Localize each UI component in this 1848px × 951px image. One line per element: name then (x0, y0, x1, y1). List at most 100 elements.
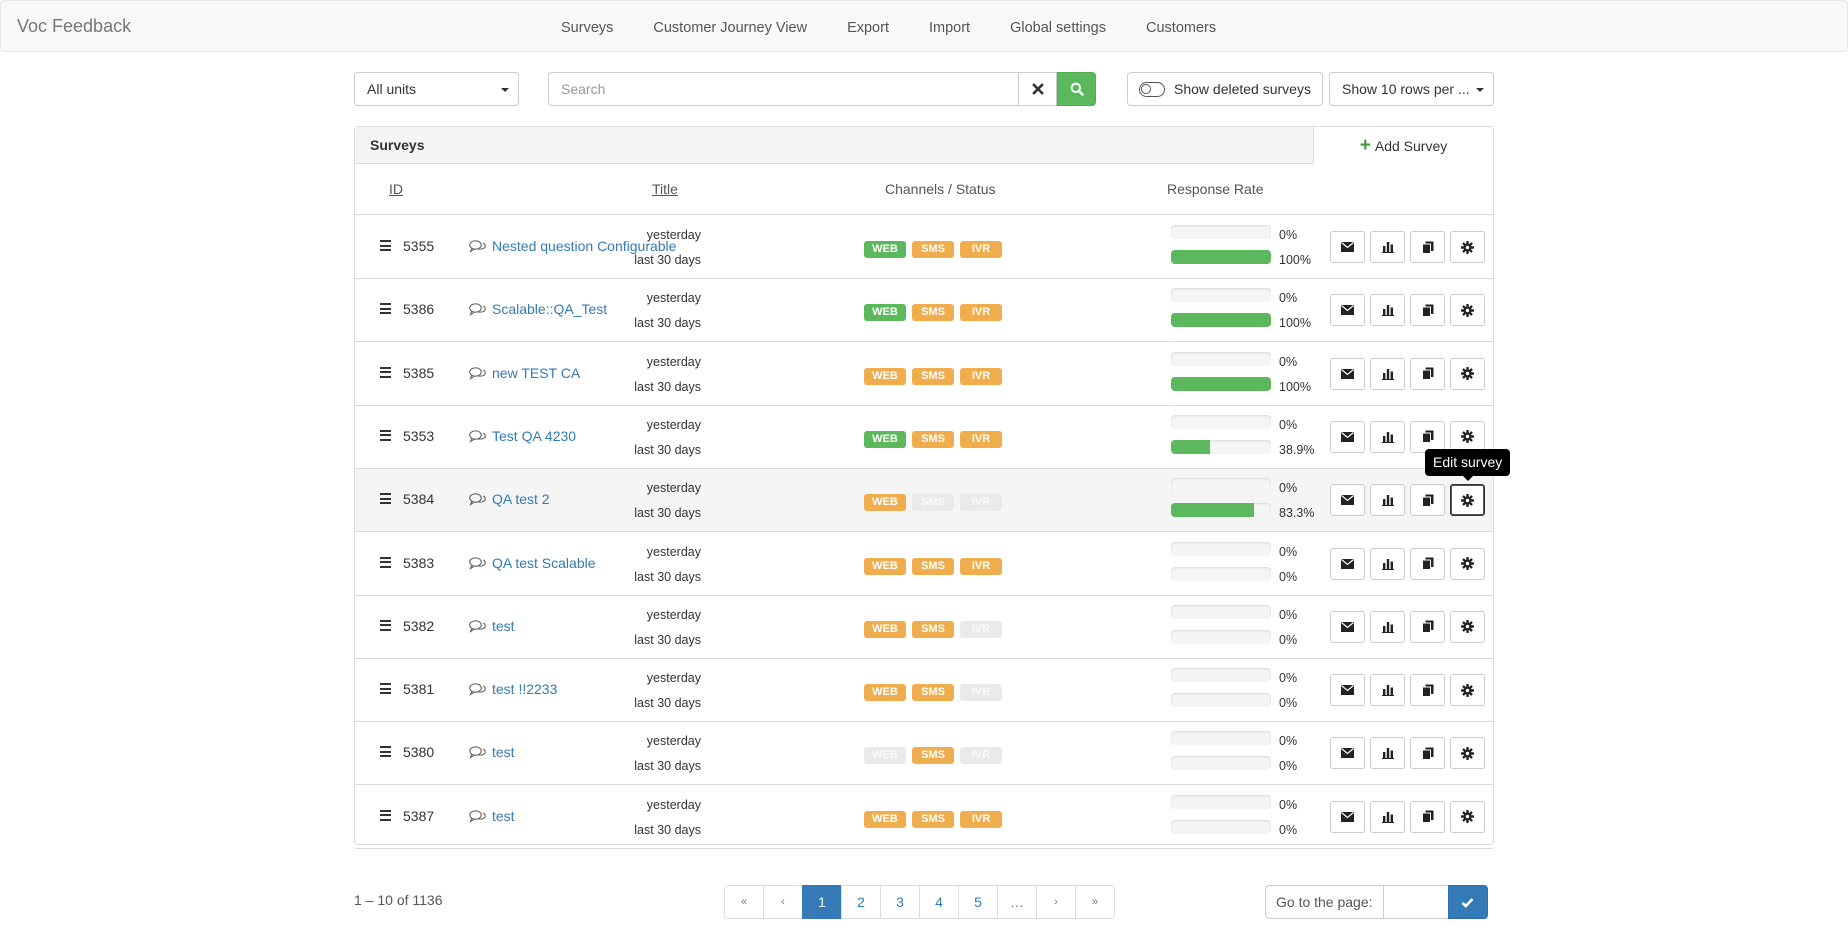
page-link-4[interactable]: 4 (919, 885, 959, 919)
comments-icon (469, 430, 486, 446)
edit-survey-button[interactable] (1450, 737, 1485, 770)
edit-survey-button[interactable] (1450, 800, 1485, 833)
survey-title-link[interactable]: test (492, 744, 515, 760)
send-survey-button[interactable] (1330, 231, 1365, 263)
copy-survey-button[interactable] (1410, 294, 1445, 327)
response-rate-yesterday: 0% (1279, 354, 1298, 369)
edit-survey-button[interactable] (1450, 674, 1485, 707)
edit-survey-button[interactable] (1450, 294, 1485, 327)
send-survey-button[interactable] (1330, 674, 1365, 707)
copy-survey-button[interactable] (1410, 357, 1445, 390)
response-rate-last-30-days: 0% (1279, 696, 1298, 711)
survey-title-link[interactable]: test (492, 808, 515, 824)
prev-page-link[interactable]: ‹ (763, 885, 803, 919)
edit-survey-button[interactable] (1450, 610, 1485, 643)
send-survey-button[interactable] (1330, 484, 1365, 517)
copy-survey-button[interactable] (1410, 547, 1445, 580)
send-survey-button[interactable] (1330, 737, 1365, 770)
rows-per-page-select[interactable]: Show 10 rows per ... (1329, 72, 1494, 106)
channel-badge-ivr: IVR (960, 241, 1002, 258)
last-page-link[interactable]: » (1075, 885, 1115, 919)
copy-survey-button[interactable] (1410, 610, 1445, 643)
channel-badge-web: WEB (864, 241, 906, 258)
survey-report-button[interactable] (1370, 420, 1405, 453)
send-survey-button[interactable] (1330, 610, 1365, 643)
survey-title-link[interactable]: new TEST CA (492, 365, 580, 381)
copy-survey-button[interactable] (1410, 674, 1445, 707)
page-link-5[interactable]: 5 (958, 885, 998, 919)
send-survey-button[interactable] (1330, 294, 1365, 327)
survey-title-link[interactable]: QA test 2 (492, 491, 550, 507)
gear-icon (1461, 493, 1474, 507)
response-label-yesterday: yesterday (646, 291, 701, 306)
edit-survey-button[interactable] (1450, 547, 1485, 580)
survey-report-button[interactable] (1370, 484, 1405, 517)
units-select[interactable]: All units (354, 72, 519, 106)
survey-report-button[interactable] (1370, 231, 1405, 263)
nav-link-export[interactable]: Export (827, 1, 909, 53)
survey-report-button[interactable] (1370, 547, 1405, 580)
nav-link-import[interactable]: Import (909, 1, 990, 53)
drag-handle-icon[interactable] (380, 240, 391, 254)
drag-handle-icon[interactable] (380, 303, 391, 317)
response-rate-last-30-days: 100% (1279, 379, 1311, 394)
edit-survey-button[interactable] (1450, 484, 1485, 517)
page-link-1[interactable]: 1 (802, 885, 842, 919)
comments-icon (469, 303, 486, 319)
send-survey-button[interactable] (1330, 547, 1365, 580)
survey-report-button[interactable] (1370, 800, 1405, 833)
drag-handle-icon[interactable] (380, 746, 391, 760)
next-page-link[interactable]: › (1036, 885, 1076, 919)
show-deleted-toggle[interactable]: Show deleted surveys (1127, 72, 1323, 106)
copy-survey-button[interactable] (1410, 484, 1445, 517)
nav-link-surveys[interactable]: Surveys (541, 1, 633, 53)
page-link-2[interactable]: 2 (841, 885, 881, 919)
channel-badges: WEB SMS IVR (864, 430, 1008, 448)
edit-survey-button[interactable] (1450, 357, 1485, 390)
search-input[interactable] (548, 72, 1018, 106)
drag-handle-icon[interactable] (380, 683, 391, 697)
survey-title-link[interactable]: test !!2233 (492, 681, 557, 697)
response-progress-fill (1171, 313, 1271, 328)
nav-link-customer-journey-view[interactable]: Customer Journey View (633, 1, 827, 53)
survey-report-button[interactable] (1370, 610, 1405, 643)
survey-toolbar: All units Show deleted surveys Show 10 r… (354, 72, 1494, 106)
send-survey-button[interactable] (1330, 800, 1365, 833)
send-survey-button[interactable] (1330, 357, 1365, 390)
search-icon (1070, 82, 1084, 96)
ellipsis-page-link[interactable]: … (997, 885, 1037, 919)
nav-menu: Surveys Customer Journey View Export Imp… (541, 1, 1236, 53)
survey-title-link[interactable]: Scalable::QA_Test (492, 301, 607, 317)
copy-survey-button[interactable] (1410, 231, 1445, 263)
survey-title-link[interactable]: test (492, 618, 515, 634)
drag-handle-icon[interactable] (380, 556, 391, 571)
page-link-3[interactable]: 3 (880, 885, 920, 919)
survey-title-link[interactable]: QA test Scalable (492, 555, 596, 571)
drag-handle-icon[interactable] (380, 366, 391, 381)
drag-handle-icon[interactable] (380, 493, 391, 507)
survey-report-button[interactable] (1370, 357, 1405, 390)
copy-survey-button[interactable] (1410, 800, 1445, 833)
edit-survey-button[interactable] (1450, 231, 1485, 263)
goto-page-input[interactable] (1382, 885, 1448, 919)
survey-report-button[interactable] (1370, 737, 1405, 770)
search-button[interactable] (1057, 72, 1096, 106)
survey-report-button[interactable] (1370, 674, 1405, 707)
response-progress-yesterday (1171, 225, 1271, 239)
copy-survey-button[interactable] (1410, 737, 1445, 770)
drag-handle-icon[interactable] (380, 619, 391, 634)
brand-logo[interactable]: Voc Feedback (17, 16, 131, 37)
nav-link-global-settings[interactable]: Global settings (990, 1, 1126, 53)
first-page-link[interactable]: « (724, 885, 764, 919)
add-survey-button[interactable]: + Add Survey (1313, 127, 1493, 164)
clear-search-button[interactable] (1018, 72, 1057, 106)
goto-page-button[interactable] (1447, 885, 1488, 919)
survey-title-link[interactable]: Test QA 4230 (492, 428, 576, 444)
survey-report-button[interactable] (1370, 294, 1405, 327)
nav-link-customers[interactable]: Customers (1126, 1, 1236, 53)
column-header-id[interactable]: ID (389, 181, 403, 197)
send-survey-button[interactable] (1330, 420, 1365, 453)
column-header-title[interactable]: Title (652, 181, 678, 197)
drag-handle-icon[interactable] (380, 429, 391, 444)
drag-handle-icon[interactable] (380, 809, 391, 824)
